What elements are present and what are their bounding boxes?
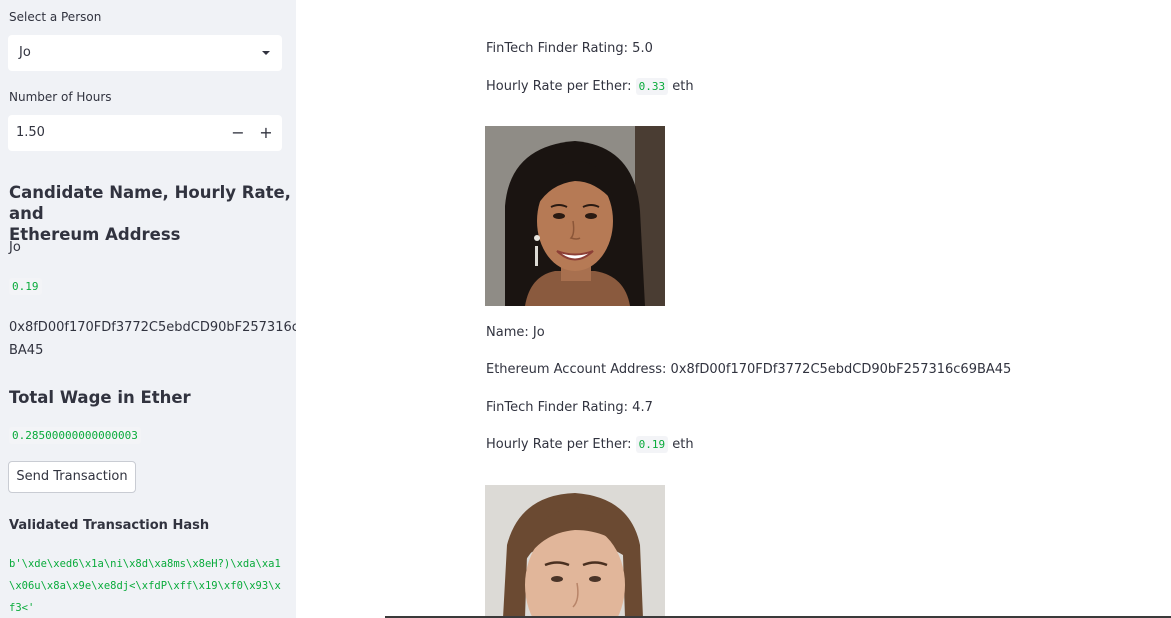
hours-input[interactable]: 1.50 − + [8, 115, 282, 151]
rate-code: 0.19 [635, 436, 669, 453]
chevron-down-icon[interactable] [262, 51, 270, 55]
prev-rating: FinTech Finder Rating: 5.0 [486, 41, 653, 56]
candidate-name: Jo [9, 240, 21, 255]
select-person-label: Select a Person [9, 10, 102, 24]
rate-unit: eth [672, 437, 694, 452]
candidate-address-main: Ethereum Account Address: 0x8fD00f170FDf… [486, 362, 1012, 377]
decrement-button[interactable]: − [226, 121, 250, 145]
candidate-address: 0x8fD00f170FDf3772C5ebdCD90bF257316c69 B… [9, 320, 296, 358]
prev-rate-unit: eth [672, 79, 694, 94]
candidate-rating-main: FinTech Finder Rating: 4.7 [486, 400, 653, 415]
sidebar: Select a Person Jo Number of Hours 1.50 … [0, 0, 296, 618]
total-wage-code: 0.28500000000000003 [9, 427, 141, 444]
prev-rate-prefix: Hourly Rate per Ether: [486, 79, 632, 94]
candidate-rate: 0.19 [9, 278, 42, 295]
send-transaction-button[interactable]: Send Transaction [8, 461, 136, 493]
candidate-name-main: Name: Jo [486, 325, 545, 340]
increment-button[interactable]: + [254, 121, 278, 145]
hours-label: Number of Hours [9, 90, 112, 104]
total-wage: 0.28500000000000003 [9, 427, 141, 444]
candidate-heading: Candidate Name, Hourly Rate, and Ethereu… [9, 183, 291, 244]
selected-person-value: Jo [19, 45, 31, 60]
hash-heading: Validated Transaction Hash [9, 518, 210, 533]
prev-rate-code: 0.33 [635, 78, 669, 95]
total-wage-heading: Total Wage in Ether [9, 388, 191, 407]
candidate-hourly-rate-main: Hourly Rate per Ether: 0.19 eth [486, 436, 694, 453]
person-select[interactable]: Jo [8, 35, 282, 71]
candidate-photo-next [485, 485, 665, 618]
prev-hourly-rate: Hourly Rate per Ether: 0.33 eth [486, 78, 694, 95]
rate-prefix: Hourly Rate per Ether: [486, 437, 632, 452]
transaction-hash: b'\xde\xed6\x1a\ni\x8d\xa8ms\x8eH?)\xda\… [9, 558, 281, 614]
candidate-rate-code: 0.19 [9, 278, 42, 295]
hours-value[interactable]: 1.50 [16, 125, 45, 140]
candidate-photo-jo [485, 126, 665, 306]
